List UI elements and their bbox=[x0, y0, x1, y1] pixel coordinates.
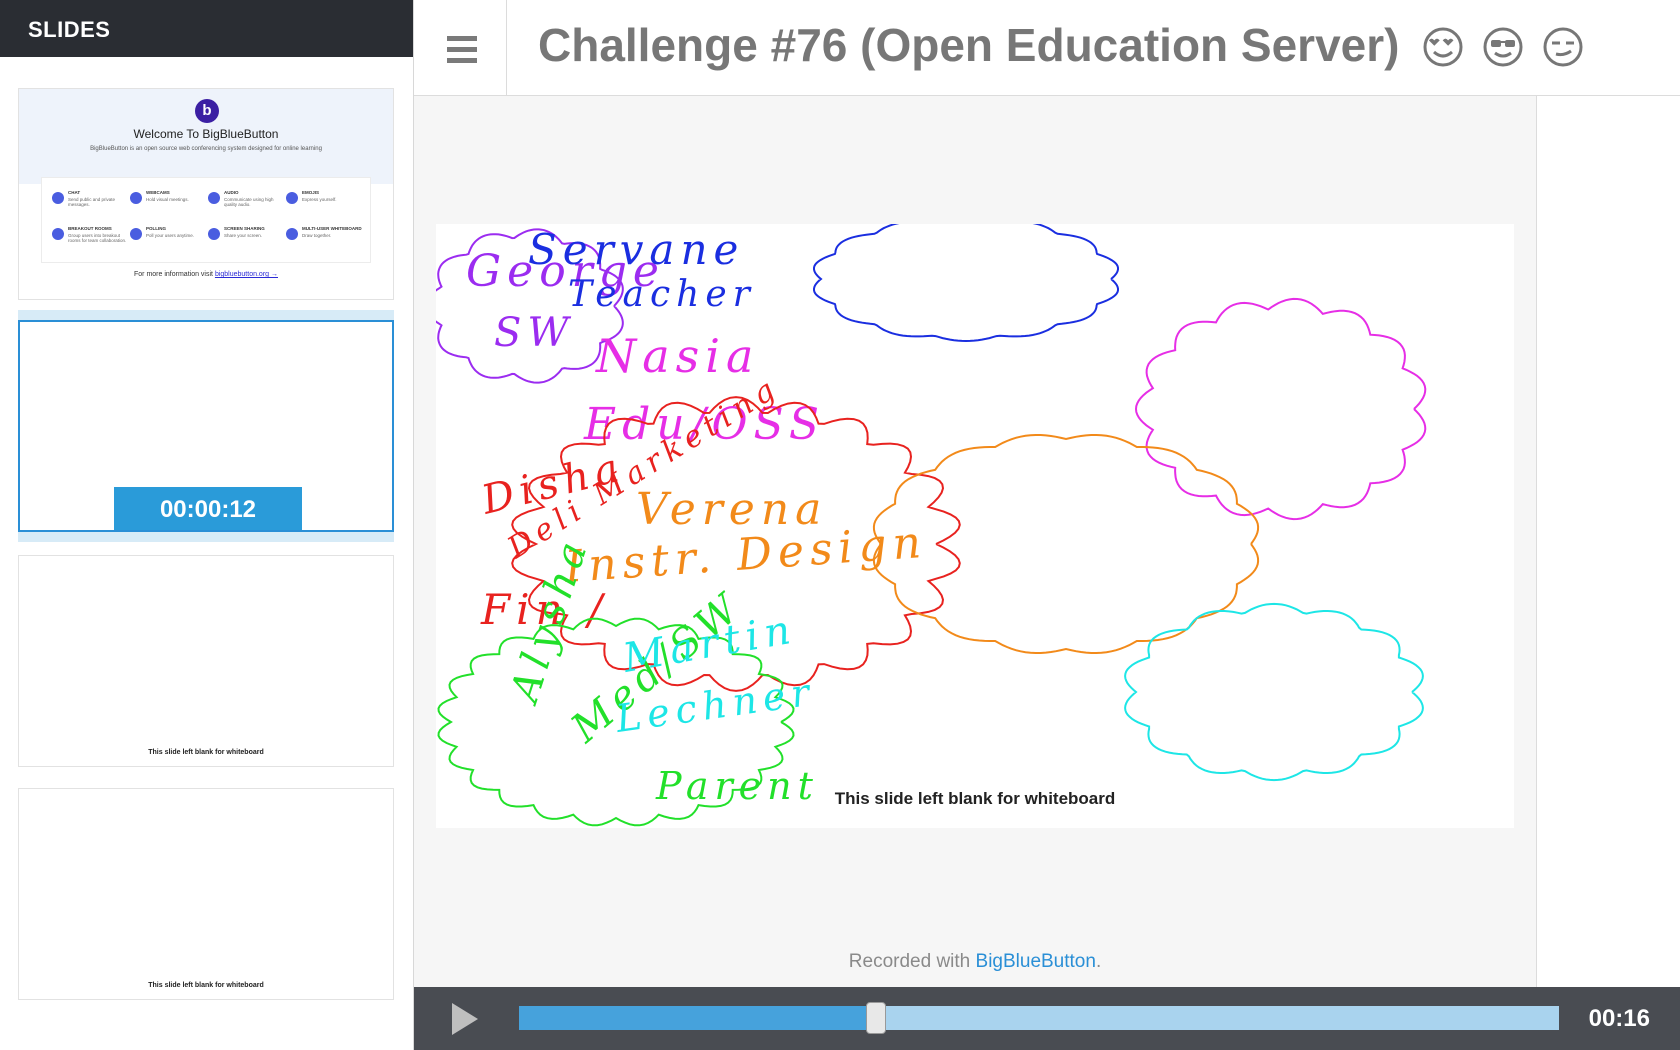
smirk-emoji-icon bbox=[1543, 27, 1583, 67]
feature-name: MULTI-USER WHITEBOARD bbox=[302, 226, 362, 231]
microphone-icon bbox=[208, 192, 220, 204]
play-icon bbox=[452, 1003, 478, 1035]
active-slide-thumbnail[interactable]: 00:00:12 bbox=[18, 320, 394, 532]
bigbluebutton-logo-icon: b bbox=[195, 99, 219, 123]
chat-icon bbox=[52, 192, 64, 204]
hand-icon bbox=[286, 192, 298, 204]
annotation-cloud bbox=[1134, 297, 1427, 521]
slide-thumbnail-1[interactable]: b Welcome To BigBlueButton BigBlueButton… bbox=[18, 88, 394, 300]
screen-share-icon bbox=[208, 228, 220, 240]
whiteboard-slide: George SW Servane Teacher Nasia Edu/OSS Disha D… bbox=[424, 215, 1514, 828]
play-button[interactable] bbox=[450, 1001, 480, 1037]
webcam-icon bbox=[130, 192, 142, 204]
hamburger-icon bbox=[447, 36, 477, 41]
feature-desc: Express yourself. bbox=[302, 197, 337, 202]
feature-webcams: WEBCAMS Hold visual meetings. bbox=[130, 190, 208, 220]
welcome-title: Welcome To BigBlueButton bbox=[133, 127, 279, 141]
hamburger-icon bbox=[447, 58, 477, 63]
feature-name: SCREEN SHARING bbox=[224, 226, 265, 231]
slide-thumbnail-3[interactable]: This slide left blank for whiteboard bbox=[18, 555, 394, 767]
hamburger-icon bbox=[447, 47, 477, 52]
features-card: CHAT Send public and private messages. WE… bbox=[41, 177, 371, 263]
recorded-prefix: Recorded with bbox=[848, 951, 976, 972]
hamburger-menu-button[interactable] bbox=[414, 0, 507, 95]
annotation-cloud bbox=[1124, 602, 1424, 782]
bigbluebutton-footer-link[interactable]: BigBlueButton bbox=[976, 951, 1096, 972]
breakout-rooms-icon bbox=[52, 228, 64, 240]
top-bar: Challenge #76 (Open Education Server) bbox=[414, 0, 1680, 96]
sidebar-title: SLIDES bbox=[0, 0, 413, 57]
sunglasses-emoji-icon bbox=[1483, 27, 1523, 67]
seek-bar[interactable] bbox=[519, 1002, 1559, 1034]
feature-name: EMOJIS bbox=[302, 190, 320, 195]
presentation-area: George SW Servane Teacher Nasia Edu/OSS Disha D… bbox=[414, 96, 1536, 987]
annotation-text: Servane bbox=[528, 225, 744, 274]
blank-slide-thumbnail[interactable]: This slide left blank for whiteboard bbox=[18, 788, 394, 1000]
annotation-text: Nasia bbox=[595, 329, 759, 383]
feature-whiteboard: MULTI-USER WHITEBOARD Draw together. bbox=[286, 226, 364, 256]
welcome-footer-text: For more information visit bbox=[134, 271, 213, 278]
annotation-text: Teacher bbox=[568, 274, 756, 315]
feature-chat: CHAT Send public and private messages. bbox=[52, 190, 130, 220]
seek-bar-progress bbox=[519, 1006, 876, 1030]
feature-emojis: EMOJIS Express yourself. bbox=[286, 190, 364, 220]
feature-breakout-rooms: BREAKOUT ROOMS Group users into breakout … bbox=[52, 226, 130, 256]
feature-desc: Poll your users anytime. bbox=[146, 233, 195, 238]
feature-name: AUDIO bbox=[224, 190, 239, 195]
slides-sidebar: SLIDES b Welcome To BigBlueButton BigBlu… bbox=[0, 0, 414, 1050]
feature-desc: Draw together. bbox=[302, 233, 332, 238]
feature-desc: Send public and private messages. bbox=[68, 197, 116, 207]
polling-icon bbox=[130, 228, 142, 240]
blank-slide-thumbnail[interactable]: This slide left blank for whiteboard bbox=[18, 555, 394, 767]
seek-handle[interactable] bbox=[865, 1002, 886, 1034]
slide-note: This slide left blank for whiteboard bbox=[834, 789, 1116, 808]
heart-eyes-emoji-icon bbox=[1423, 27, 1463, 67]
feature-name: POLLING bbox=[146, 226, 166, 231]
welcome-slide-thumbnail[interactable]: b Welcome To BigBlueButton BigBlueButton… bbox=[18, 88, 394, 300]
blank-slide-note: This slide left blank for whiteboard bbox=[148, 749, 264, 756]
feature-name: CHAT bbox=[68, 190, 81, 195]
feature-name: WEBCAMS bbox=[146, 190, 170, 195]
slide-thumbnail-4[interactable]: This slide left blank for whiteboard bbox=[18, 788, 394, 1000]
feature-desc: Group users into breakout rooms for team… bbox=[68, 233, 127, 243]
slide-thumbnail-2[interactable]: 00:00:12 bbox=[18, 310, 394, 542]
feature-screen-sharing: SCREEN SHARING Share your screen. bbox=[208, 226, 286, 256]
recorded-suffix: . bbox=[1095, 951, 1102, 972]
feature-desc: Communicate using high quality audio. bbox=[224, 197, 274, 207]
slide-timestamp: 00:00:12 bbox=[114, 487, 302, 530]
whiteboard-annotations: GeorgeSWServaneTeacherNasiaEdu/OSSDishaD… bbox=[424, 215, 1427, 827]
right-panel bbox=[1536, 96, 1680, 987]
feature-desc: Hold visual meetings. bbox=[146, 197, 189, 202]
recorded-with-footer: Recorded with BigBlueButton. bbox=[414, 951, 1536, 973]
playback-time: 00:16 bbox=[1588, 1005, 1650, 1032]
welcome-subtitle: BigBlueButton is an open source web conf… bbox=[90, 146, 322, 152]
whiteboard-icon bbox=[286, 228, 298, 240]
annotation-text: SW bbox=[494, 310, 575, 356]
recording-title: Challenge #76 (Open Education Server) bbox=[538, 19, 1400, 71]
annotation-cloud bbox=[813, 215, 1119, 343]
annotation-cloud bbox=[872, 434, 1260, 654]
feature-audio: AUDIO Communicate using high quality audi… bbox=[208, 190, 286, 220]
bigbluebutton-link[interactable]: bigbluebutton.org → bbox=[215, 271, 278, 278]
welcome-footer: For more information visit bigbluebutton… bbox=[19, 271, 393, 278]
playback-bar: 00:16 bbox=[414, 987, 1680, 1050]
feature-polling: POLLING Poll your users anytime. bbox=[130, 226, 208, 256]
feature-name: BREAKOUT ROOMS bbox=[68, 226, 112, 231]
blank-slide-note: This slide left blank for whiteboard bbox=[148, 982, 264, 989]
feature-desc: Share your screen. bbox=[224, 233, 263, 238]
